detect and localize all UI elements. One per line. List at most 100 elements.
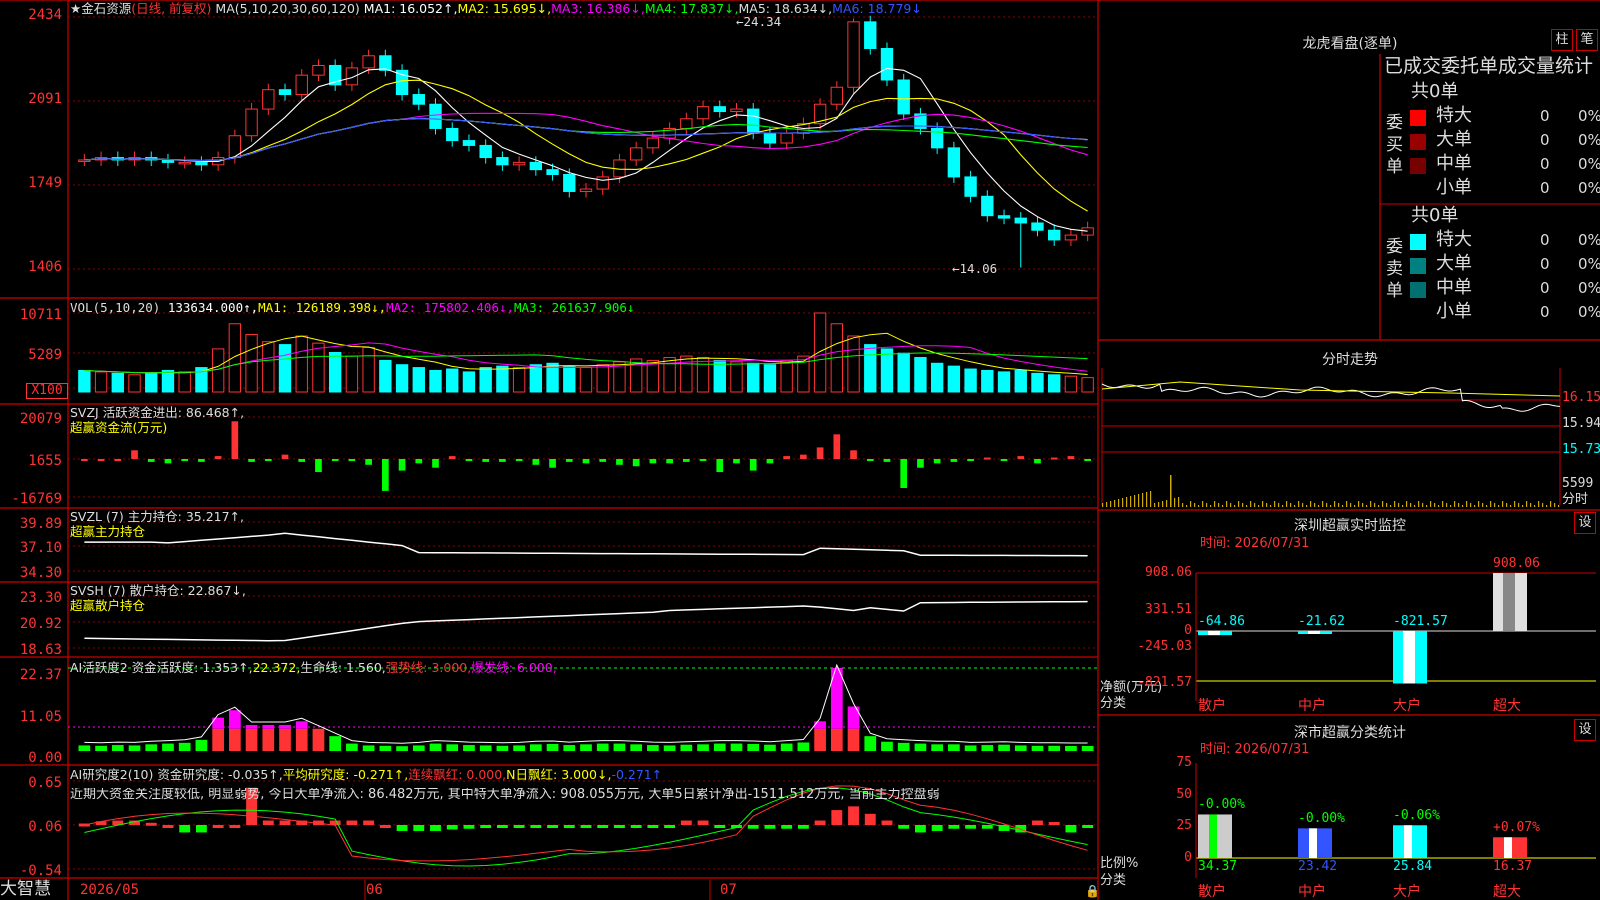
intraday-volume-bar (1302, 503, 1304, 507)
sell-row-label: 中单 (1436, 277, 1472, 298)
intraday-volume-bar (1494, 503, 1496, 507)
candlestick (178, 161, 191, 165)
longhu-subtitle: 已成交委托单成交量统计 (1384, 55, 1594, 77)
flow-bar (382, 459, 389, 491)
monitor-settings-button[interactable]: 设 (1574, 512, 1596, 534)
volume-bar (228, 323, 242, 393)
intraday-volume-bar (1522, 505, 1524, 507)
intraday-volume-bar (1186, 505, 1188, 507)
intraday-volume-bar (1210, 505, 1212, 507)
intraday-volume-bar (1454, 501, 1456, 507)
volume-bar (981, 369, 994, 393)
monitor-ytick: 908.06 (1145, 565, 1192, 580)
research-bar (430, 825, 441, 831)
activity-bar (780, 743, 793, 751)
tick-mode-button[interactable]: 笔 (1576, 29, 1598, 51)
volume-bar (730, 361, 743, 393)
intraday-volume-bar (1150, 491, 1152, 507)
research-bar (781, 825, 793, 829)
intraday-volume-bar (1382, 501, 1384, 507)
activity-bar (312, 728, 325, 751)
vol-ytick: 10711 (19, 307, 62, 323)
intraday-volume-bar (1398, 503, 1400, 507)
intraday-volume-bar (1422, 503, 1424, 507)
monitor-ytick: -245.03 (1137, 638, 1192, 654)
candlestick (1014, 217, 1027, 224)
flow-bar (766, 459, 774, 464)
candlestick (395, 69, 409, 96)
intraday-volume-bar (1370, 501, 1372, 507)
buy-row-value: 0 (1540, 131, 1550, 149)
volume-bar (145, 372, 158, 393)
candlestick (496, 157, 509, 166)
intraday-volume-bar (1466, 501, 1468, 507)
volume-bar (94, 371, 108, 393)
bar-mode-button[interactable]: 柱 (1551, 29, 1573, 51)
flow-bar (432, 459, 439, 468)
intraday-volume-bar (1174, 498, 1176, 507)
intraday-volume-bar (1350, 503, 1352, 507)
volume-bar (395, 364, 409, 393)
activity-bar (964, 745, 977, 751)
candlestick (446, 127, 459, 142)
buy-total: 共0单 (1411, 81, 1459, 102)
activity-bar (697, 744, 709, 751)
activity-bar (162, 743, 174, 751)
vol-ytick: 5289 (28, 347, 62, 363)
classify-value: 34.37 (1198, 859, 1238, 874)
flow-bar (833, 434, 841, 459)
kline-header: ★金石资源(日线, 前复权) MA(5,10,20,30,60,120) MA1… (70, 2, 922, 16)
research-bar (814, 820, 826, 825)
intraday-volume-bar (1222, 505, 1224, 507)
research-bar (680, 820, 692, 825)
stock-name[interactable]: ★金石资源 (70, 1, 131, 16)
candlestick (161, 159, 175, 163)
activity-bar (830, 728, 843, 751)
intraday-volume-bar (1110, 501, 1112, 507)
intraday-volume-bar (1190, 501, 1192, 507)
volume-bar (1081, 377, 1094, 393)
candlestick (947, 147, 961, 178)
intraday-volume-bar (1134, 495, 1136, 507)
monitor-value: -21.62 (1298, 614, 1345, 629)
research-bar (1048, 822, 1060, 826)
intraday-volume-bar (1266, 503, 1268, 507)
sell-vlabel: 委卖单 (1386, 237, 1403, 301)
retail-holding-line (84, 600, 1088, 642)
sell-row-value: 0 (1540, 303, 1550, 321)
activity-bar-high (295, 721, 308, 729)
candlestick (546, 169, 559, 175)
buy-row-pct: 0% (1578, 155, 1600, 173)
kline-mode[interactable]: (日线, 前复权) (131, 1, 211, 16)
brand-logo[interactable]: 大智慧 (0, 879, 51, 899)
lock-icon[interactable]: 🔒 (1085, 884, 1100, 898)
research-bar (1065, 825, 1077, 833)
intraday-volume-bar (1506, 503, 1508, 507)
candlestick (747, 108, 760, 134)
intraday-ytick: 16.15 (1562, 390, 1600, 405)
intraday-volume-bar (1218, 503, 1220, 507)
activity-bar (362, 745, 375, 751)
intraday-price-line (1101, 383, 1561, 412)
activity-bar (914, 743, 927, 751)
intraday-volume-bar (1450, 505, 1452, 507)
candlestick (964, 176, 977, 197)
research-bar (831, 810, 843, 825)
candlestick (763, 132, 777, 144)
activity-bar (178, 742, 191, 751)
kline-ytick: 2091 (28, 91, 62, 107)
flow-bar (549, 459, 556, 468)
volume-bar (1048, 374, 1061, 393)
flow-bar (365, 459, 372, 465)
intraday-volume-bar (1518, 503, 1520, 507)
intraday-volume-bar (1118, 499, 1120, 507)
intraday-volume-bar (1538, 501, 1540, 507)
classify-settings-button[interactable]: 设 (1574, 719, 1596, 741)
intraday-volume-bar (1142, 493, 1144, 507)
intraday-volume-bar (1510, 505, 1512, 507)
candlestick (730, 108, 743, 112)
research-bar (931, 825, 943, 831)
candlestick (195, 161, 208, 166)
vol-unit-button[interactable]: X100 (26, 383, 68, 399)
research-bar (547, 825, 558, 828)
